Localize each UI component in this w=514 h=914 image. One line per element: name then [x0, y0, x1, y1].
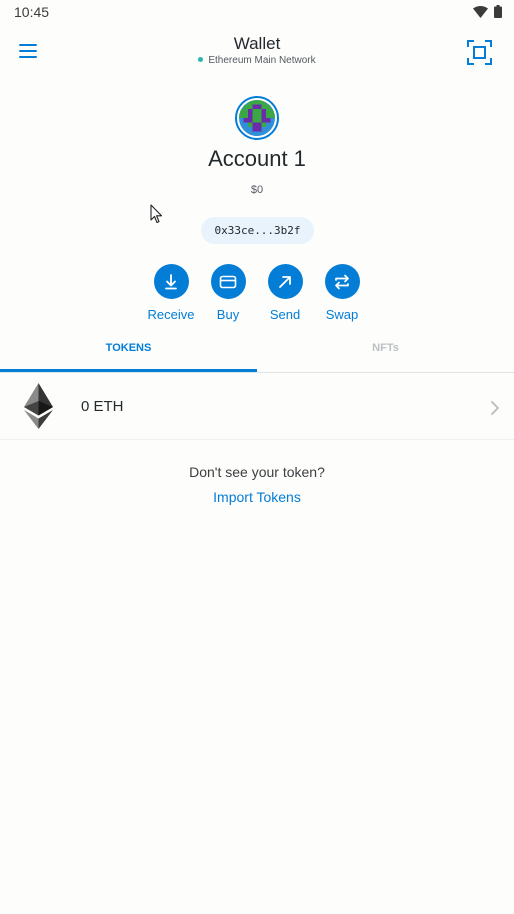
swap-label: Swap: [325, 307, 359, 322]
tab-tokens[interactable]: TOKENS: [0, 336, 257, 372]
account-name[interactable]: Account 1: [0, 146, 514, 172]
send-arrow-icon: [279, 275, 291, 288]
status-time: 10:45: [14, 4, 50, 20]
buy-circle: [210, 264, 246, 299]
network-name: Ethereum Main Network: [208, 55, 316, 66]
send-button[interactable]: Send: [257, 264, 313, 322]
network-status-dot: [198, 56, 204, 62]
mouse-pointer-icon: [150, 204, 163, 224]
wifi-icon: [473, 5, 488, 18]
swap-button[interactable]: Swap: [314, 264, 370, 322]
token-row-eth[interactable]: 0 ETH: [0, 373, 514, 440]
receive-arrow-icon: [165, 273, 177, 289]
send-label: Send: [269, 307, 301, 322]
token-balance: 0 ETH: [81, 398, 124, 415]
swap-arrows-icon: [335, 274, 349, 289]
receive-button[interactable]: Receive: [143, 264, 199, 322]
battery-icon: [494, 5, 502, 18]
network-indicator[interactable]: Ethereum Main Network: [0, 55, 514, 66]
chevron-right-icon: [491, 401, 499, 415]
page-title: Wallet: [233, 34, 281, 53]
send-circle: [267, 264, 303, 299]
card-icon: [219, 275, 237, 288]
status-icons: [473, 5, 502, 18]
eth-icon: [24, 383, 53, 429]
active-tab-indicator: [0, 369, 257, 372]
account-balance: $0: [250, 184, 264, 196]
account-avatar[interactable]: [235, 96, 279, 140]
tab-nfts[interactable]: NFTs: [257, 336, 514, 372]
buy-button[interactable]: Buy: [200, 264, 256, 322]
receive-label: Receive: [147, 307, 195, 322]
receive-circle: [153, 264, 189, 299]
swap-circle: [324, 264, 360, 299]
wallet-actions: Receive Buy Send Swap: [143, 264, 371, 324]
app-header: Wallet Ethereum Main Network: [0, 24, 514, 82]
import-tokens-link[interactable]: Import Tokens: [0, 489, 514, 505]
scan-qr-icon[interactable]: [467, 40, 492, 65]
identicon-image: [239, 100, 275, 136]
import-prompt-text: Don't see your token?: [189, 464, 325, 480]
asset-tabs: TOKENS NFTs: [0, 336, 514, 373]
buy-label: Buy: [216, 307, 240, 322]
status-bar: 10:45: [0, 0, 514, 24]
account-address-pill[interactable]: 0x33ce...3b2f: [201, 217, 314, 244]
